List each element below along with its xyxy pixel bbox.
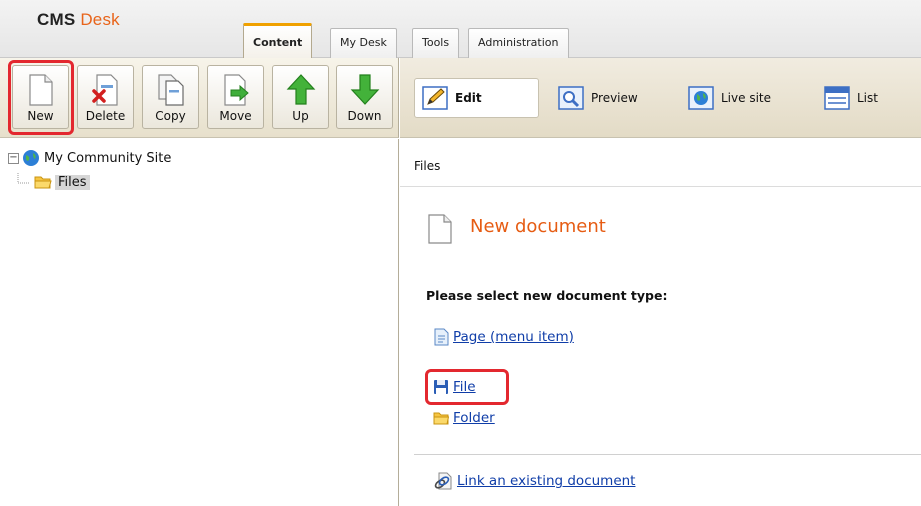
edit-mode-label: Edit [455, 91, 482, 105]
delete-button-label: Delete [85, 109, 126, 123]
page-title: New document [470, 216, 606, 237]
collapse-toggle[interactable]: − [8, 152, 19, 164]
document-icon [427, 214, 453, 248]
live-site-mode-button[interactable]: Live site [687, 78, 771, 118]
down-button-label: Down [347, 109, 382, 123]
arrow-down-icon [350, 74, 380, 105]
file-link-label: File [453, 379, 476, 395]
copy-button[interactable]: Copy [142, 65, 199, 129]
link-existing-document-link[interactable]: Link an existing document [433, 472, 635, 490]
tree-toolbar: New Delete Copy Move Up Down [0, 58, 399, 138]
tree-node-root[interactable]: − My Community Site [8, 149, 171, 167]
edit-mode-button[interactable]: Edit [414, 78, 539, 118]
page-menu-item-label: Page (menu item) [453, 329, 574, 345]
folder-link-label: Folder [453, 410, 495, 426]
move-button[interactable]: Move [207, 65, 264, 129]
tab-tools[interactable]: Tools [412, 28, 460, 58]
up-button-label: Up [292, 109, 309, 123]
delete-button[interactable]: Delete [77, 65, 134, 129]
globe-icon [687, 86, 715, 110]
pencil-icon [421, 86, 449, 110]
live-site-mode-label: Live site [721, 91, 771, 105]
move-page-icon [224, 74, 249, 106]
globe-icon [22, 149, 40, 167]
folder-link[interactable]: Folder [433, 410, 495, 426]
new-button[interactable]: New [12, 65, 69, 129]
list-mode-label: List [857, 91, 878, 105]
link-document-icon [433, 472, 453, 490]
new-document-panel: New document Please select new document … [400, 188, 921, 506]
down-button[interactable]: Down [336, 65, 393, 129]
move-button-label: Move [219, 109, 252, 123]
magnifier-icon [557, 86, 585, 110]
file-link[interactable]: File [433, 379, 476, 395]
delete-page-icon [92, 74, 118, 106]
page-menu-item-link[interactable]: Page (menu item) [433, 328, 574, 346]
content-tree: − My Community Site Files [0, 139, 399, 506]
breadcrumb-bar: Files [400, 139, 921, 187]
list-icon [823, 86, 851, 110]
tree-connector [17, 173, 30, 184]
new-page-icon [29, 74, 53, 106]
breadcrumb: Files [414, 159, 441, 173]
section-divider [414, 454, 921, 455]
page-icon [433, 328, 449, 346]
cms-desk-logo: CMS Desk [37, 10, 120, 29]
floppy-disk-icon [433, 379, 449, 395]
preview-mode-label: Preview [591, 91, 638, 105]
app-header: CMS Desk Content My Desk Tools Administr… [0, 0, 921, 58]
tab-administration[interactable]: Administration [468, 28, 569, 58]
tree-node-files-label: Files [55, 174, 90, 190]
arrow-up-icon [286, 74, 316, 105]
tree-node-root-label: My Community Site [44, 150, 172, 166]
view-mode-toolbar: Edit Preview Live site List [400, 58, 921, 138]
tree-node-files[interactable]: Files [14, 173, 90, 191]
preview-mode-button[interactable]: Preview [557, 78, 638, 118]
copy-page-icon [158, 74, 184, 106]
document-type-instruction: Please select new document type: [426, 288, 668, 303]
folder-icon [34, 174, 52, 190]
folder-icon [433, 411, 449, 425]
list-mode-button[interactable]: List [823, 78, 878, 118]
tab-content[interactable]: Content [243, 23, 313, 58]
new-button-label: New [27, 109, 54, 123]
link-existing-document-label: Link an existing document [457, 473, 636, 489]
copy-button-label: Copy [155, 109, 186, 123]
up-button[interactable]: Up [272, 65, 329, 129]
tab-my-desk[interactable]: My Desk [330, 28, 397, 58]
